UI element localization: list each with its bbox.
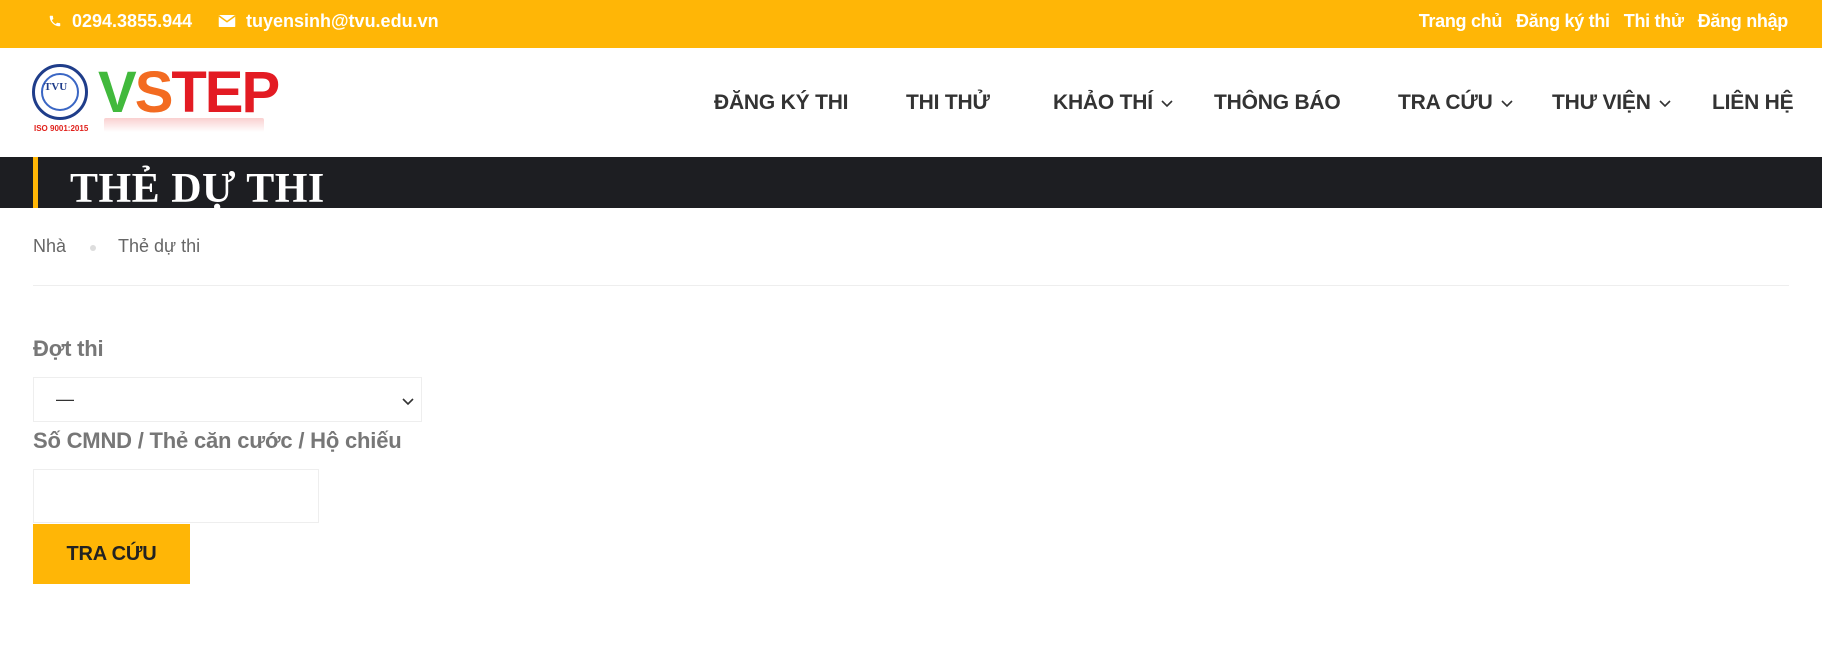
- nav-item-lookup[interactable]: TRA CỨU: [1398, 48, 1513, 157]
- top-link-practice[interactable]: Thi thử: [1624, 11, 1684, 32]
- top-link-register[interactable]: Đăng ký thi: [1516, 11, 1610, 32]
- nav-item-exams[interactable]: KHẢO THÍ: [1053, 48, 1173, 157]
- email-address: tuyensinh@tvu.edu.vn: [246, 10, 439, 31]
- chevron-down-icon: [1161, 99, 1173, 107]
- exam-period-select[interactable]: —: [33, 377, 422, 422]
- nav-item-contact[interactable]: LIÊN HỆ: [1712, 48, 1794, 157]
- breadcrumb-current: Thẻ dự thi: [118, 235, 201, 256]
- chevron-down-icon: [1501, 99, 1513, 107]
- id-number-label: Số CMND / Thẻ căn cước / Hộ chiếu: [33, 428, 402, 453]
- contact-email[interactable]: tuyensinh@tvu.edu.vn: [218, 0, 439, 42]
- phone-icon: [49, 15, 61, 27]
- site-header: TVU ISO 9001:2015 VSTEP ĐĂNG KÝ THI THI …: [0, 48, 1822, 157]
- breadcrumb: Nhà Thẻ dự thi: [33, 232, 200, 260]
- exam-period-label: Đợt thi: [33, 336, 104, 361]
- exam-period-selected: —: [56, 389, 74, 409]
- breadcrumb-home[interactable]: Nhà: [33, 236, 66, 257]
- top-link-home[interactable]: Trang chủ: [1419, 11, 1503, 32]
- phone-number: 0294.3855.944: [72, 10, 193, 31]
- chevron-down-icon: [1659, 99, 1671, 107]
- nav-item-register[interactable]: ĐĂNG KÝ THI: [714, 48, 849, 157]
- top-bar: 0294.3855.944 tuyensinh@tvu.edu.vn Trang…: [0, 0, 1822, 48]
- top-links: Trang chủ Đăng ký thi Thi thử Đăng nhập: [1419, 0, 1789, 42]
- contact-phone[interactable]: 0294.3855.944: [48, 0, 192, 42]
- lookup-button[interactable]: TRA CỨU: [33, 524, 190, 584]
- nav-item-announcements[interactable]: THÔNG BÁO: [1214, 48, 1341, 157]
- nav-item-practice[interactable]: THI THỬ: [906, 48, 990, 157]
- main-nav: ĐĂNG KÝ THI THI THỬ KHẢO THÍ THÔNG BÁO T…: [0, 48, 1822, 157]
- page-title: THẺ DỰ THI: [70, 166, 325, 208]
- page-title-band: THẺ DỰ THI: [0, 157, 1822, 208]
- id-number-input[interactable]: [33, 469, 319, 523]
- chevron-down-icon: [402, 398, 414, 406]
- top-link-login[interactable]: Đăng nhập: [1698, 11, 1789, 32]
- envelope-icon: [218, 15, 236, 27]
- breadcrumb-separator: [90, 245, 97, 251]
- nav-item-library[interactable]: THƯ VIỆN: [1552, 48, 1671, 157]
- title-accent-bar: [33, 157, 38, 208]
- content-divider: [33, 285, 1789, 286]
